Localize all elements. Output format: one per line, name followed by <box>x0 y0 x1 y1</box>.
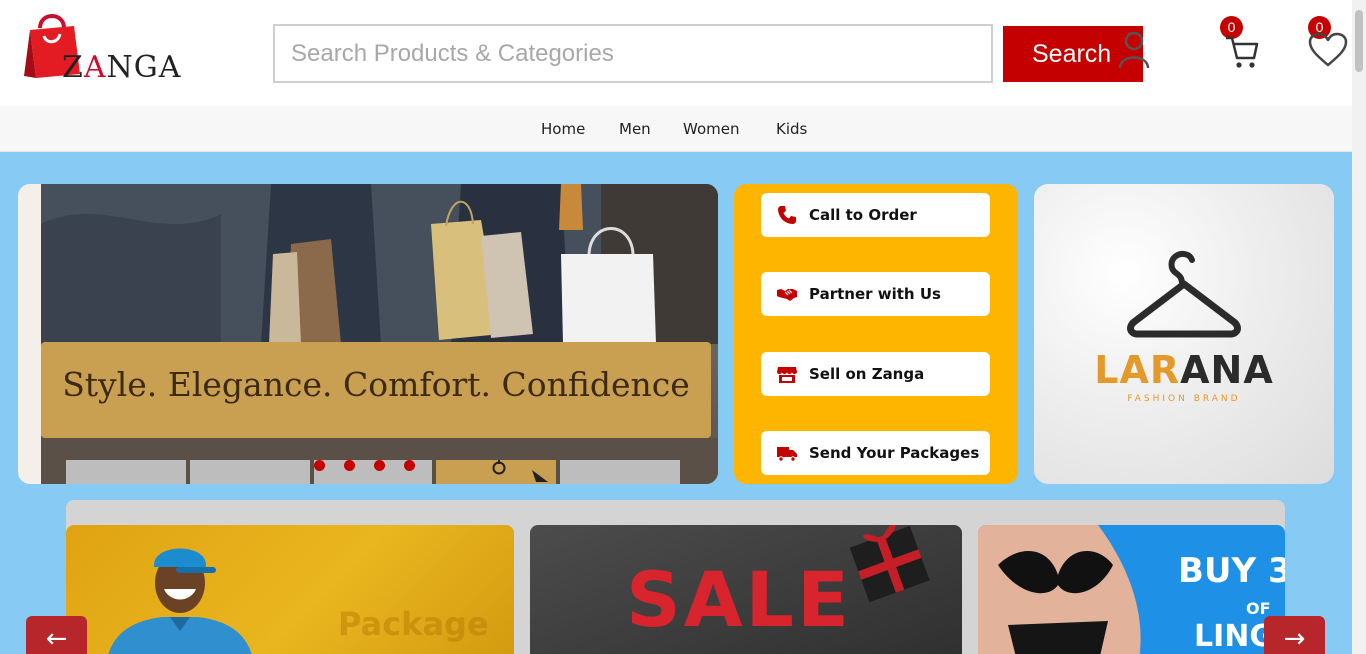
store-icon <box>777 367 797 383</box>
promo-card-delivery[interactable]: Package <box>66 525 514 654</box>
nav-item-kids[interactable]: Kids <box>776 120 807 138</box>
partner-with-us-button[interactable]: Partner with Us <box>761 272 990 316</box>
heart-icon <box>1308 32 1348 67</box>
call-to-order-button[interactable]: Call to Order <box>761 193 990 237</box>
cart-icon <box>1226 36 1259 68</box>
brand-tagline: FASHION BRAND <box>1127 394 1241 404</box>
carousel-next-button[interactable]: → <box>1264 616 1325 654</box>
nav-item-men[interactable]: Men <box>619 120 651 138</box>
call-to-order-label: Call to Order <box>809 206 917 224</box>
zanga-logo[interactable]: ZANGA <box>22 6 192 86</box>
hero-caption-banner: Style. Elegance. Comfort. Confidence <box>41 342 711 438</box>
send-your-packages-button[interactable]: Send Your Packages <box>761 431 990 475</box>
hero-caption-text: Style. Elegance. Comfort. Confidence <box>62 365 690 404</box>
send-your-packages-label: Send Your Packages <box>809 444 980 462</box>
hero-shopping-photo <box>41 184 718 484</box>
page-scrollbar[interactable] <box>1352 0 1366 654</box>
main-nav: Home Men Women Kids <box>0 106 1352 152</box>
slider-dot[interactable] <box>404 460 415 471</box>
promo-buy-text: BUY 3 & <box>1178 551 1285 591</box>
hanger-icon <box>1127 250 1241 338</box>
shoppers-illustration <box>41 184 718 484</box>
promo-sale-text: SALE <box>626 555 852 644</box>
cart-button[interactable]: 0 <box>1220 16 1268 72</box>
brand-name: LARANA <box>1094 348 1274 392</box>
truck-icon <box>777 447 797 462</box>
slider-dot[interactable] <box>344 460 355 471</box>
promo-of-text: OF <box>1246 599 1271 618</box>
larana-brand-card[interactable]: LARANA FASHION BRAND <box>1034 184 1334 484</box>
slider-dots <box>314 460 424 472</box>
promo-package-text: Package <box>338 605 489 643</box>
slider-dot[interactable] <box>314 460 325 471</box>
nav-item-women[interactable]: Women <box>683 120 739 138</box>
handshake-icon <box>777 289 797 301</box>
nav-item-home[interactable]: Home <box>541 120 585 138</box>
promo-card-sale[interactable]: SALE <box>530 525 962 654</box>
wishlist-button[interactable]: 0 <box>1306 16 1352 72</box>
promo-carousel: Package SALE BUY 3 & OF LINGE <box>66 500 1285 654</box>
partner-with-us-label: Partner with Us <box>809 285 941 303</box>
site-header: ZANGA Search 0 0 <box>0 0 1352 106</box>
carousel-prev-button[interactable]: ← <box>26 616 87 654</box>
user-icon[interactable] <box>1116 30 1152 70</box>
main-content: Style. Elegance. Comfort. Confidence Cal… <box>0 152 1352 654</box>
promo-card-lingerie[interactable]: BUY 3 & OF LINGE <box>978 525 1285 654</box>
phone-icon <box>778 206 796 224</box>
sell-on-zanga-button[interactable]: Sell on Zanga <box>761 352 990 396</box>
search-input[interactable] <box>273 24 993 83</box>
brand-wordmark: ZANGA <box>62 50 182 85</box>
scrollbar-thumb[interactable] <box>1355 10 1363 72</box>
slider-dot[interactable] <box>374 460 385 471</box>
sell-on-zanga-label: Sell on Zanga <box>809 365 925 383</box>
quick-actions-panel: Call to Order Partner with Us Sell on Za… <box>734 184 1018 484</box>
hero-slider[interactable]: Style. Elegance. Comfort. Confidence <box>18 184 718 484</box>
